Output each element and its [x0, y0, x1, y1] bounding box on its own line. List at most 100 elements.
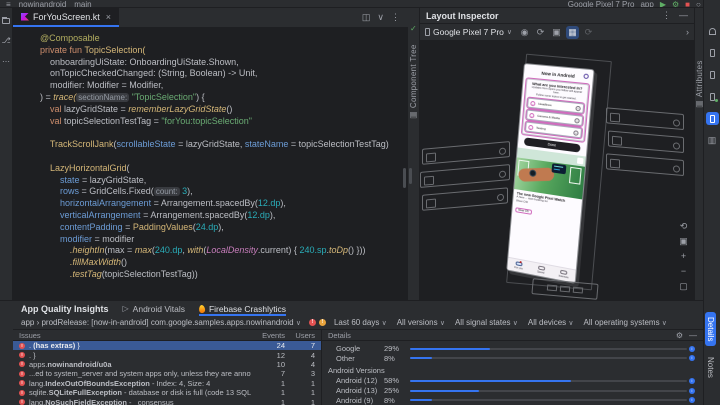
bar-info-icon[interactable]: i — [689, 387, 695, 394]
non-fatal-filter-icon[interactable]: ! — [318, 319, 326, 326]
code-line: .testTag(topicSelectionTestTag)) — [70, 268, 198, 279]
layout-inspector-viewport[interactable]: Now in Android What are you interested i… — [420, 41, 694, 300]
editor-scrollbar[interactable] — [403, 168, 406, 188]
bar-fill — [410, 399, 433, 402]
scope-dropdown[interactable]: app › prodRelease: [now-in-android] com.… — [21, 318, 301, 327]
layers-icon[interactable]: ▣ — [550, 26, 563, 39]
zoom-out-icon[interactable]: − — [678, 266, 689, 277]
issue-row[interactable]: ! . } 12 4 — [13, 350, 321, 360]
bar-percent: 8% — [384, 353, 395, 363]
side-tab-notes[interactable]: Notes — [705, 352, 716, 383]
code-line: rows = GridCells.Fixed(count: 3), — [60, 186, 193, 197]
topic-chip[interactable]: Wear OS — [515, 207, 532, 216]
bar-info-icon[interactable]: i — [689, 397, 695, 404]
component-tree-scroll-thumb[interactable] — [409, 168, 412, 184]
layout-inspector-toolbar: Google Pixel 7 Pro ∨ ◉ ⟳ ▣ ▦ ⟳ › — [420, 24, 694, 41]
bar-track: i — [410, 345, 695, 352]
project-tool-window-icon[interactable] — [2, 17, 10, 24]
device-selector[interactable]: Google Pixel 7 Pro — [568, 0, 635, 7]
panel-kebab-icon[interactable]: ⋮ — [662, 10, 671, 21]
attributes-strip — [694, 8, 703, 300]
issue-row[interactable]: ! lang.NoSuchFieldException - _consensus 1… — [13, 397, 321, 405]
issue-events-count: 1 — [280, 378, 285, 388]
filter-all-operating-systems[interactable]: All operating systems ∨ — [584, 318, 667, 327]
stop-icon[interactable]: ■ — [685, 0, 690, 7]
toolbar-expand-chevron-icon[interactable]: › — [686, 27, 689, 37]
zoom-to-fit-icon[interactable]: ▢ — [678, 281, 689, 292]
close-tab-icon[interactable]: × — [106, 12, 111, 22]
nav-label: Interests — [558, 274, 569, 280]
aqi-tab-android-vitals[interactable]: ▷ Android Vitals — [123, 301, 185, 316]
refresh-icon[interactable]: ⟳ — [582, 26, 595, 39]
bar-track: i — [410, 355, 695, 362]
issue-row[interactable]: ! sqlite.SQLiteFullException - database o… — [13, 388, 321, 397]
more-tool-windows-icon[interactable]: ⋯ — [2, 57, 11, 66]
module-selector[interactable]: app — [640, 0, 653, 7]
filter-all-signal-states[interactable]: All signal states ∨ — [455, 318, 518, 327]
split-editor-icon[interactable]: ◫ — [362, 12, 371, 23]
inspections-ok-icon[interactable]: ✓ — [410, 24, 417, 33]
device-explorer-icon[interactable] — [706, 68, 719, 81]
device-dropdown[interactable]: Google Pixel 7 Pro ∨ — [425, 27, 512, 37]
tab-foryouscreen[interactable]: ForYouScreen.kt × — [13, 8, 119, 27]
bookmark-icon[interactable] — [576, 157, 584, 165]
notifications-icon[interactable] — [706, 24, 719, 37]
code-line: LazyHorizontalGrid( — [50, 162, 130, 173]
bar-info-icon[interactable]: i — [689, 345, 695, 352]
side-tab-details[interactable]: Details — [705, 312, 716, 347]
nav-label: Saved — [536, 270, 545, 275]
filter-all-versions[interactable]: All versions ∨ — [397, 318, 445, 327]
bar-fill — [410, 347, 491, 350]
issue-users-count: 4 — [310, 359, 315, 369]
aqi-tab-firebase-crashlytics[interactable]: Firebase Crashlytics — [198, 301, 286, 316]
device-explorer-icon — [709, 70, 715, 79]
topic-icon: + — [528, 124, 534, 131]
search-icon[interactable]: ○ — [696, 0, 701, 7]
code-area[interactable]: @Composable private fun TopicSelection( o… — [13, 28, 408, 300]
tab-list-chevron-icon[interactable]: ∨ — [377, 12, 384, 23]
issues-table-header: Issues Events Users — [13, 330, 321, 341]
issue-events-count: 12 — [276, 350, 285, 360]
zoom-in-icon[interactable]: + — [678, 251, 689, 262]
component-tree-tab[interactable]: ▤ Component Tree — [409, 44, 418, 120]
issues-table: Issues Events Users ! . (has extras) } 24 7… — [13, 330, 322, 405]
bar-info-icon[interactable]: i — [689, 377, 695, 384]
emulator-icon[interactable] — [706, 90, 719, 103]
topic-icon: + — [530, 100, 536, 107]
code-line: TrackScrollJank(scrollableState = lazyGr… — [49, 139, 389, 150]
crash-severity-icon: ! — [19, 342, 25, 349]
filter-all-devices[interactable]: All devices ∨ — [528, 318, 574, 327]
commit-tool-window-icon[interactable]: ⎇ — [2, 36, 11, 45]
filter-last-60-days[interactable]: Last 60 days ∨ — [334, 318, 387, 327]
bar-info-icon[interactable]: i — [689, 355, 695, 362]
editor-options-kebab-icon[interactable]: ⋮ — [391, 12, 400, 23]
run-icon[interactable]: ▶ — [660, 0, 666, 7]
aqi-tab-label: Firebase Crashlytics — [208, 303, 286, 314]
snapshot-icon[interactable]: ⟳ — [534, 26, 547, 39]
running-devices-icon[interactable] — [705, 112, 719, 125]
issue-row[interactable]: ! ...ed to system_server and system apps … — [13, 369, 321, 378]
logcat-icon[interactable]: ▥ — [706, 134, 719, 147]
topic-check-icon[interactable]: + — [573, 129, 579, 136]
issue-row[interactable]: ! . (has extras) } 24 7 — [13, 341, 321, 351]
toggle-3d-mode-icon[interactable]: ▦ — [566, 25, 579, 39]
layer-spacing-icon[interactable]: ▣ — [678, 236, 689, 247]
issue-row[interactable]: ! lang.IndexOutOfBoundsException - Index:… — [13, 379, 321, 388]
debug-icon[interactable]: ⚙ — [672, 0, 679, 7]
fatal-filter-icon[interactable]: ! — [308, 319, 316, 326]
issue-events-count: 10 — [276, 359, 285, 369]
code-line: ) = trace(sectionName: "TopicSelection")… — [40, 91, 205, 102]
issue-row[interactable]: ! apps.nowinandroid/u0a 10 4 — [13, 360, 321, 369]
project-name[interactable]: nowinandroid — [19, 0, 67, 7]
android-vitals-icon: ▷ — [122, 304, 129, 313]
details-minimize-icon[interactable]: — — [689, 331, 697, 340]
reset-view-icon[interactable]: ⟲ — [678, 221, 689, 232]
topic-check-icon[interactable]: + — [574, 117, 580, 124]
device-manager-icon[interactable] — [706, 46, 719, 59]
menu-icon[interactable]: ≡ — [6, 0, 11, 7]
view-options-icon[interactable]: ◉ — [518, 26, 531, 39]
panel-minimize-icon[interactable]: — — [679, 10, 688, 21]
topic-check-icon[interactable]: + — [575, 105, 581, 112]
details-settings-gear-icon[interactable]: ⚙ — [676, 331, 683, 340]
branch-name[interactable]: main — [74, 0, 91, 7]
